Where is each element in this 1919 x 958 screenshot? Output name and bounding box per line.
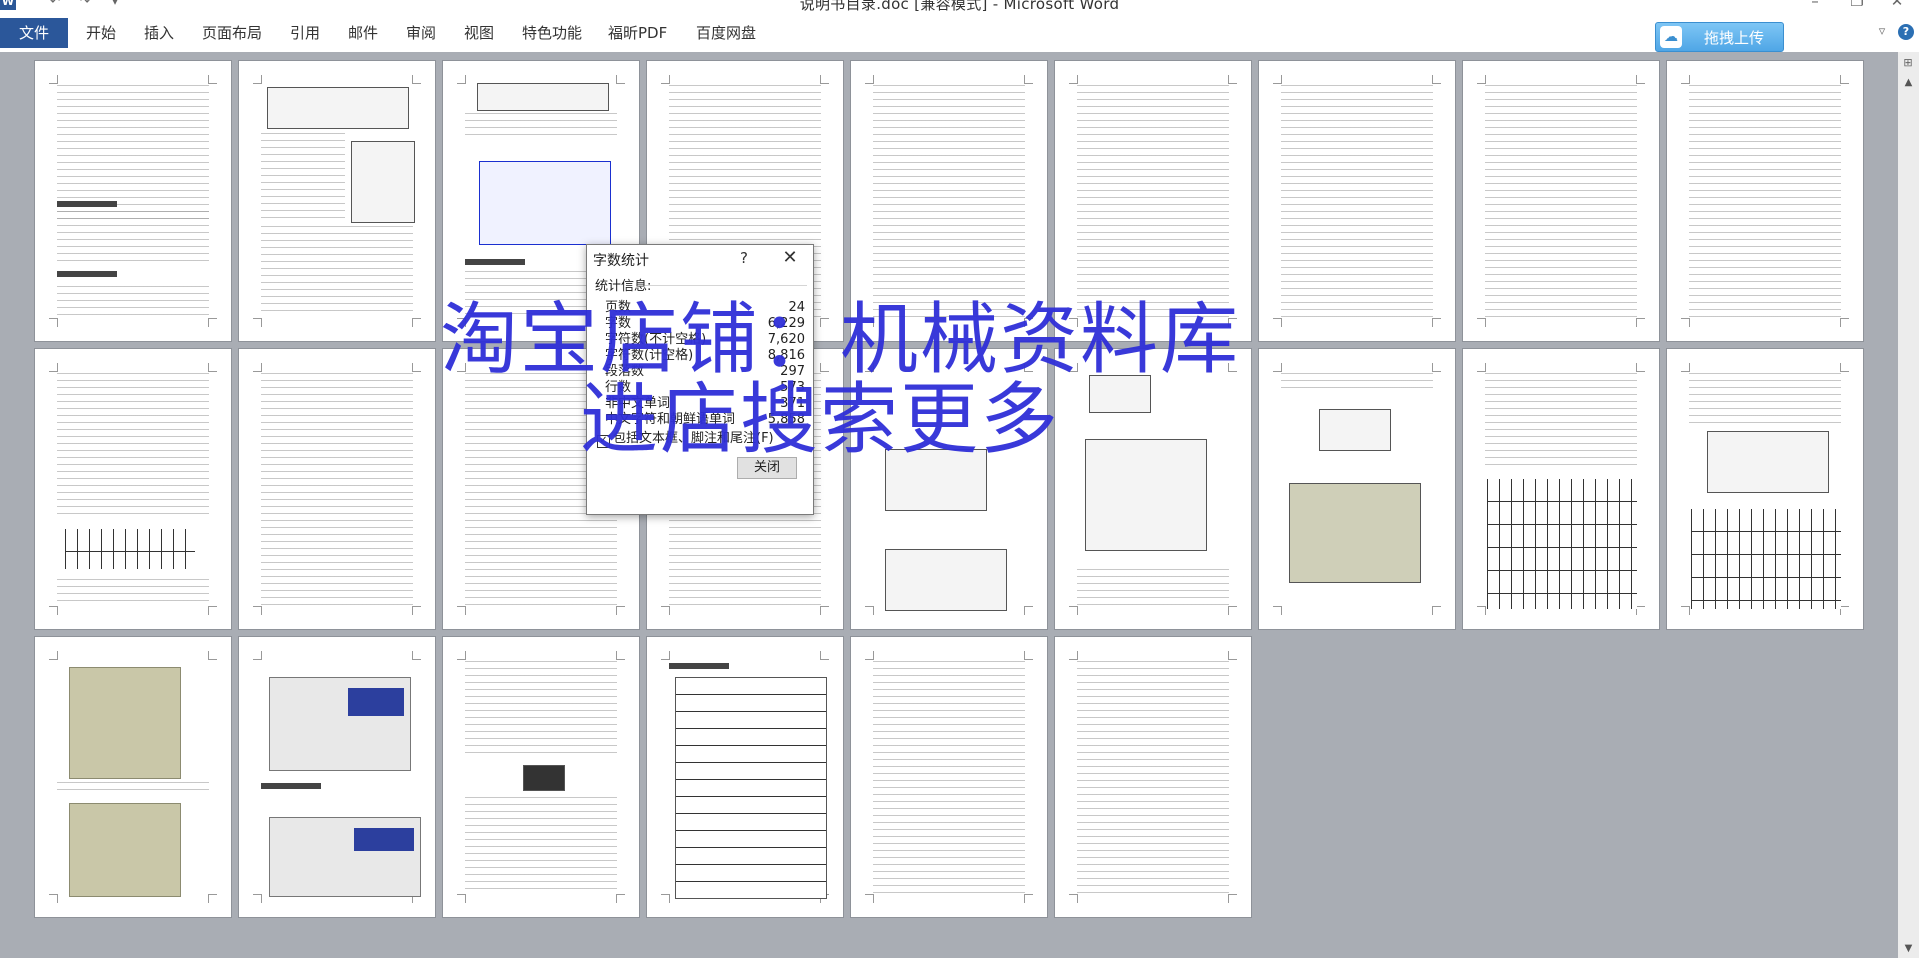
document-page[interactable] <box>1258 348 1456 630</box>
ribbon-tab-bar: 文件 开始 插入 页面布局 引用 邮件 审阅 视图 特色功能 福昕PDF 百度网… <box>0 14 1919 53</box>
document-area[interactable] <box>0 52 1898 958</box>
document-page[interactable] <box>34 348 232 630</box>
document-page[interactable] <box>646 636 844 918</box>
document-page[interactable] <box>1054 636 1252 918</box>
tab-special-features[interactable]: 特色功能 <box>518 20 586 46</box>
document-page[interactable] <box>1462 60 1660 342</box>
help-icon[interactable]: ? <box>1898 24 1914 40</box>
dialog-help-icon[interactable]: ? <box>737 249 751 267</box>
scroll-down-arrow[interactable]: ▼ <box>1898 940 1919 958</box>
document-page[interactable] <box>1462 348 1660 630</box>
tab-mailings[interactable]: 邮件 <box>344 20 382 46</box>
document-page[interactable] <box>238 348 436 630</box>
document-page[interactable] <box>34 60 232 342</box>
minimize-button[interactable]: – <box>1800 0 1830 10</box>
tab-insert[interactable]: 插入 <box>140 20 178 46</box>
tab-references[interactable]: 引用 <box>286 20 324 46</box>
cloud-icon: ☁ <box>1660 26 1682 48</box>
close-window-button[interactable]: ✕ <box>1882 0 1912 10</box>
ribbon-collapse-icon[interactable]: ▿ <box>1874 24 1890 40</box>
statistics-label: 统计信息: <box>595 279 652 294</box>
document-page[interactable] <box>1666 60 1864 342</box>
section-divider <box>645 285 807 286</box>
vertical-scrollbar[interactable]: ⊞ ▲ ▼ <box>1898 52 1919 958</box>
document-page[interactable] <box>1258 60 1456 342</box>
document-page[interactable] <box>238 636 436 918</box>
document-page[interactable] <box>1666 348 1864 630</box>
document-page[interactable] <box>1054 348 1252 630</box>
restore-button[interactable]: ❐ <box>1842 0 1872 10</box>
drag-upload-label: 拖拽上传 <box>1704 29 1765 47</box>
document-page[interactable] <box>442 636 640 918</box>
tab-page-layout[interactable]: 页面布局 <box>198 20 266 46</box>
tab-baidu-netdisk[interactable]: 百度网盘 <box>692 20 760 46</box>
tab-foxit-pdf[interactable]: 福昕PDF <box>604 20 671 46</box>
document-page[interactable] <box>238 60 436 342</box>
tab-review[interactable]: 审阅 <box>402 20 440 46</box>
drag-upload-button[interactable]: ☁ 拖拽上传 <box>1655 22 1784 52</box>
document-page[interactable] <box>850 636 1048 918</box>
title-bar: W ↶ ↷ ▾ 说明书目录.doc [兼容模式] - Microsoft Wor… <box>0 0 1919 14</box>
tab-home[interactable]: 开始 <box>82 20 120 46</box>
dialog-title: 字数统计 <box>593 253 649 269</box>
watermark-line-2: 进店搜索更多 <box>580 375 1061 465</box>
document-page[interactable] <box>34 636 232 918</box>
dialog-close-icon[interactable]: ✕ <box>777 245 803 271</box>
ruler-toggle-icon[interactable]: ⊞ <box>1901 56 1915 70</box>
scroll-up-arrow[interactable]: ▲ <box>1898 74 1919 92</box>
tab-view[interactable]: 视图 <box>460 20 498 46</box>
window-title: 说明书目录.doc [兼容模式] - Microsoft Word <box>799 0 1120 13</box>
watermark-line-1: 淘宝店铺：机械资料库 <box>440 295 1241 385</box>
tab-file[interactable]: 文件 <box>0 18 68 48</box>
